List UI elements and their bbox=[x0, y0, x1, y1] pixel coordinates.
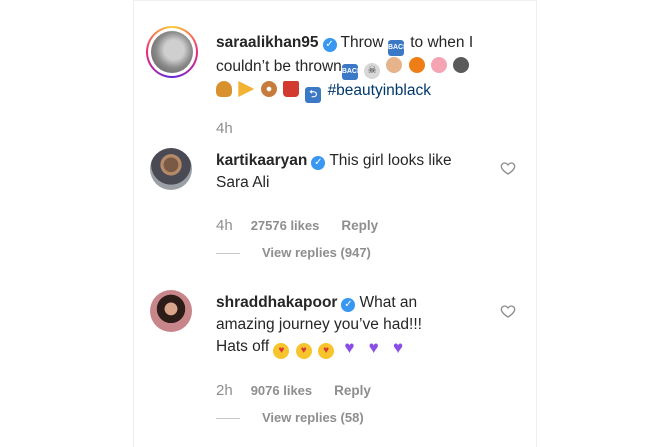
comment-body-line2: amazing journey you’ve had!!! bbox=[216, 316, 422, 333]
raised-hands-icon bbox=[386, 57, 403, 73]
comment-username[interactable]: kartikaaryan bbox=[216, 152, 307, 169]
comment-timestamp[interactable]: 4h bbox=[216, 217, 233, 234]
caption-meta: 4h bbox=[216, 119, 251, 137]
comment-text: kartikaaryan ✓ This girl looks like Sara A… bbox=[216, 150, 486, 194]
comment-body-line1: What an bbox=[359, 294, 418, 311]
verified-badge-icon: ✓ bbox=[341, 298, 356, 312]
top-divider bbox=[134, 0, 536, 1]
reply-button[interactable]: Reply bbox=[334, 383, 371, 398]
purple-heart-icon: ♥ bbox=[392, 338, 404, 357]
cup-with-straw-icon bbox=[282, 81, 299, 97]
reply-button[interactable]: Reply bbox=[341, 218, 378, 233]
comment-like-count[interactable]: 27576 likes bbox=[251, 218, 320, 233]
view-replies-label: View replies (58) bbox=[262, 410, 364, 425]
back-arrow-icon: BACK bbox=[341, 64, 362, 80]
jack-o-lantern-icon bbox=[408, 57, 425, 73]
caption-avatar bbox=[151, 31, 193, 73]
return-arrow-icon: ⮌ bbox=[305, 87, 322, 103]
like-comment-heart-icon[interactable] bbox=[500, 160, 516, 176]
back-arrow-icon: BACK bbox=[387, 40, 408, 56]
comment-username[interactable]: shraddhakapoor bbox=[216, 294, 337, 311]
comment-body-line3: Hats off bbox=[216, 338, 270, 355]
purple-heart-icon: ♥ bbox=[368, 338, 379, 357]
caption-text: saraalikhan95 ✓ Throw BACK to when I could… bbox=[216, 32, 486, 103]
skull-crossbones-icon: ☠ bbox=[364, 63, 381, 79]
comment-meta: 2h 9076 likes Reply bbox=[216, 381, 371, 399]
hamburger-icon bbox=[216, 81, 232, 97]
avatar[interactable] bbox=[150, 290, 192, 332]
caption-username[interactable]: saraalikhan95 bbox=[216, 34, 319, 51]
like-comment-heart-icon[interactable] bbox=[500, 303, 516, 319]
caption-text-part1: Throw bbox=[340, 34, 384, 51]
hashtag-link[interactable]: #beautyinblack bbox=[328, 82, 431, 99]
face-blowing-kiss-icon: ♥ bbox=[295, 343, 312, 359]
replies-divider bbox=[216, 418, 240, 420]
purple-heart-icon: ♥ bbox=[344, 338, 355, 357]
caption-timestamp[interactable]: 4h bbox=[216, 120, 233, 137]
gorilla-icon bbox=[453, 57, 470, 73]
face-blowing-kiss-icon: ♥ bbox=[318, 343, 335, 359]
story-ring-avatar[interactable] bbox=[146, 26, 198, 78]
verified-badge-icon: ✓ bbox=[311, 156, 326, 170]
pig-face-icon bbox=[431, 57, 448, 73]
comment-timestamp[interactable]: 2h bbox=[216, 382, 233, 399]
view-replies-button[interactable]: View replies (58) bbox=[216, 409, 364, 427]
view-replies-label: View replies (947) bbox=[262, 245, 371, 260]
caption-text-part2: to when I bbox=[410, 34, 474, 51]
face-blowing-kiss-icon: ♥ bbox=[273, 343, 290, 359]
comments-panel: saraalikhan95 ✓ Throw BACK to when I could… bbox=[133, 0, 537, 447]
view-replies-button[interactable]: View replies (947) bbox=[216, 244, 371, 262]
replies-divider bbox=[216, 253, 240, 255]
comment-like-count[interactable]: 9076 likes bbox=[251, 383, 312, 398]
comment-text: shraddhakapoor ✓ What an amazing journey y… bbox=[216, 292, 486, 359]
pizza-icon bbox=[238, 81, 255, 97]
avatar[interactable] bbox=[150, 148, 192, 190]
caption-text-line2: couldn’t be thrown bbox=[216, 58, 342, 75]
comment-meta: 4h 27576 likes Reply bbox=[216, 216, 378, 234]
verified-badge-icon: ✓ bbox=[322, 38, 337, 52]
doughnut-icon bbox=[260, 81, 277, 97]
